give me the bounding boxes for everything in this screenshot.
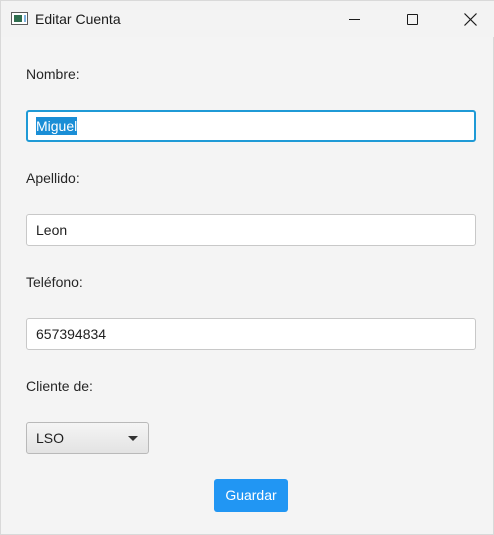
close-icon [463,12,477,26]
chevron-down-icon [128,436,138,441]
apellido-field[interactable]: Leon [26,214,476,246]
telefono-field[interactable]: 657394834 [26,318,476,350]
cliente-label: Cliente de: [26,378,93,394]
minimize-icon [348,18,360,20]
maximize-icon [406,13,418,25]
maximize-button[interactable] [389,1,435,37]
telefono-label: Teléfono: [26,274,83,290]
cliente-select[interactable]: LSO [26,422,149,454]
title-bar[interactable]: Editar Cuenta [1,1,494,37]
nombre-label: Nombre: [26,66,80,82]
minimize-button[interactable] [331,1,377,37]
close-button[interactable] [447,1,493,37]
edit-account-window: Editar Cuenta Nombre: Miguel Apellido: L… [0,0,494,535]
app-window-icon [11,12,28,25]
telefono-value: 657394834 [36,326,107,342]
save-button[interactable]: Guardar [214,479,288,512]
nombre-value: Miguel [36,117,78,135]
nombre-field[interactable]: Miguel [26,110,476,142]
cliente-selected-value: LSO [36,430,65,446]
window-title: Editar Cuenta [35,11,121,27]
apellido-label: Apellido: [26,170,80,186]
apellido-value: Leon [36,222,68,238]
